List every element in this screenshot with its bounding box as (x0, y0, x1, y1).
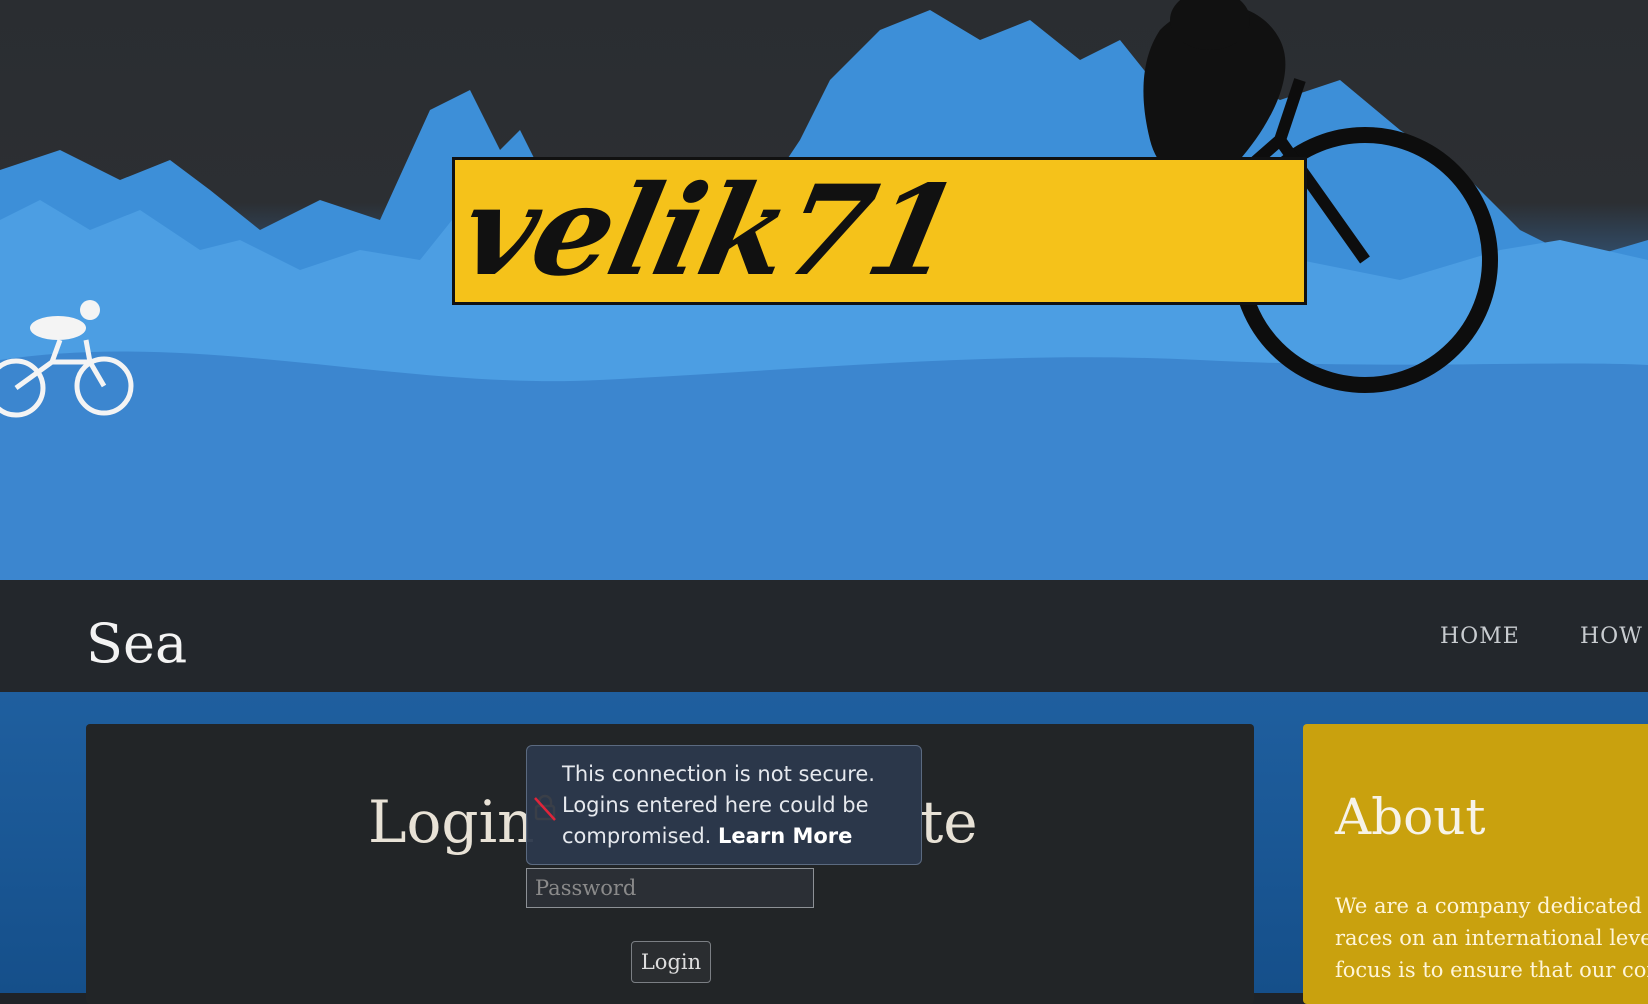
logo-text: velik71 (452, 159, 971, 304)
header-banner: velik71 (0, 0, 1648, 580)
nav-link-how[interactable]: HOW (1580, 624, 1643, 649)
site-logo[interactable]: velik71 (452, 157, 1307, 305)
warning-line-1: This connection is not secure. (562, 762, 875, 786)
insecure-login-warning: This connection is not secure. Logins en… (526, 745, 922, 865)
login-heading-right: te (920, 788, 978, 856)
navigation-bar (0, 580, 1648, 692)
warning-line-2: Logins entered here could be (562, 793, 869, 817)
about-line-3: focus is to ensure that our cor (1335, 958, 1648, 982)
insecure-lock-icon (533, 794, 557, 831)
login-button[interactable]: Login (631, 941, 711, 983)
login-heading-left: Login (368, 788, 535, 856)
about-text: We are a company dedicated races on an i… (1335, 890, 1648, 986)
about-line-1: We are a company dedicated (1335, 894, 1642, 918)
learn-more-link[interactable]: Learn More (718, 824, 852, 848)
about-heading: About (1335, 788, 1486, 846)
warning-line-3: compromised. Learn More (562, 821, 911, 852)
site-title[interactable]: Sea (86, 612, 187, 675)
password-input[interactable] (526, 868, 814, 908)
warning-line-3-text: compromised. (562, 824, 712, 848)
about-line-2: races on an international leve (1335, 926, 1648, 950)
nav-link-home[interactable]: HOME (1440, 624, 1520, 649)
